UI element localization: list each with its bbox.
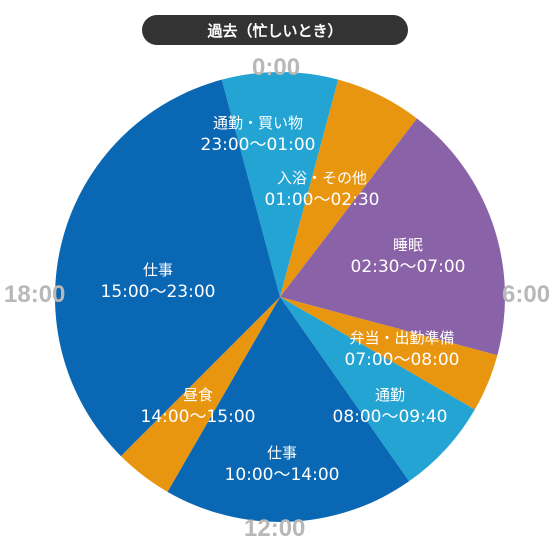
hour-label-18: 18:00 [4,281,66,308]
slice-label-0: 通勤・買い物 23:00〜01:00 [201,114,316,155]
slice-name-7: 仕事 [143,261,173,279]
slice-time-7: 15:00〜23:00 [101,282,216,302]
hour-label-0: 0:00 [252,54,301,81]
slice-time-5: 10:00〜14:00 [225,465,340,485]
slice-name-6: 昼食 [183,386,213,404]
slice-label-3: 弁当・出勤準備 07:00〜08:00 [345,329,460,370]
slice-name-overlay: 入浴・その他 [277,169,367,187]
slice-time-4: 08:00〜09:40 [333,407,448,427]
slice-name-2: 睡眠 [393,236,423,254]
slice-name-0: 通勤・買い物 [213,114,303,132]
slice-label-overlay: 入浴・その他 01:00〜02:30 [265,169,380,210]
slice-name-5: 仕事 [267,444,297,462]
slice-time-overlay: 01:00〜02:30 [265,190,380,210]
hour-label-6: 6:00 [502,281,550,308]
slice-name-4: 通勤 [375,386,405,404]
slice-time-6: 14:00〜15:00 [141,407,256,427]
slice-time-3: 07:00〜08:00 [345,350,460,370]
slice-time-0: 23:00〜01:00 [201,135,316,155]
slice-name-3: 弁当・出勤準備 [349,329,454,347]
pie-chart: 通勤・買い物 23:00〜01:00 睡眠 02:30〜07:00 弁当・出勤準備 07:… [55,72,505,523]
hour-label-12: 12:00 [244,515,306,542]
slice-time-2: 02:30〜07:00 [351,257,466,277]
